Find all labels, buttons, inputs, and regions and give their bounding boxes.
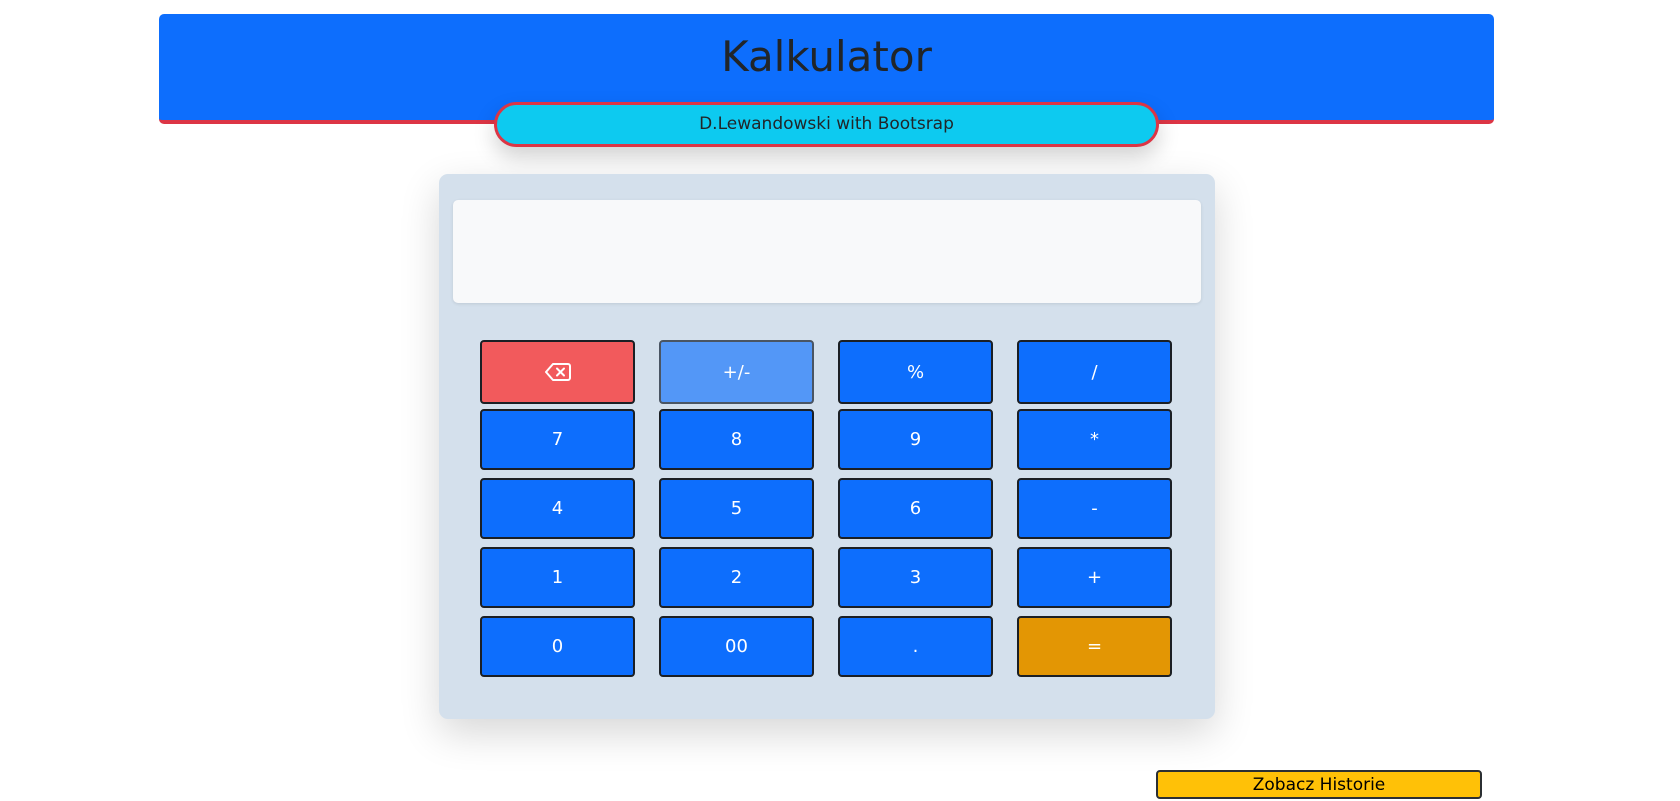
subtract-button[interactable]: - xyxy=(1017,478,1172,539)
multiply-button[interactable]: * xyxy=(1017,409,1172,470)
keypad: +/- % / 7 8 9 * 4 5 6 - 1 2 3 + 0 00 . = xyxy=(480,340,1172,677)
calculator-display xyxy=(453,200,1201,303)
digit-5-button[interactable]: 5 xyxy=(659,478,814,539)
digit-9-button[interactable]: 9 xyxy=(838,409,993,470)
view-history-button[interactable]: Zobacz Historie xyxy=(1156,770,1482,799)
decimal-button[interactable]: . xyxy=(838,616,993,677)
page-title: Kalkulator xyxy=(721,32,932,81)
backspace-button[interactable] xyxy=(480,340,635,404)
backspace-icon xyxy=(544,362,571,382)
divide-button[interactable]: / xyxy=(1017,340,1172,404)
digit-8-button[interactable]: 8 xyxy=(659,409,814,470)
digit-7-button[interactable]: 7 xyxy=(480,409,635,470)
author-badge: D.Lewandowski with Bootsrap xyxy=(494,102,1159,147)
digit-2-button[interactable]: 2 xyxy=(659,547,814,608)
toggle-sign-button[interactable]: +/- xyxy=(659,340,814,404)
equals-button[interactable]: = xyxy=(1017,616,1172,677)
digit-0-button[interactable]: 0 xyxy=(480,616,635,677)
percent-button[interactable]: % xyxy=(838,340,993,404)
digit-6-button[interactable]: 6 xyxy=(838,478,993,539)
double-zero-button[interactable]: 00 xyxy=(659,616,814,677)
digit-1-button[interactable]: 1 xyxy=(480,547,635,608)
digit-4-button[interactable]: 4 xyxy=(480,478,635,539)
digit-3-button[interactable]: 3 xyxy=(838,547,993,608)
calculator-panel: +/- % / 7 8 9 * 4 5 6 - 1 2 3 + 0 00 . = xyxy=(439,174,1215,719)
add-button[interactable]: + xyxy=(1017,547,1172,608)
